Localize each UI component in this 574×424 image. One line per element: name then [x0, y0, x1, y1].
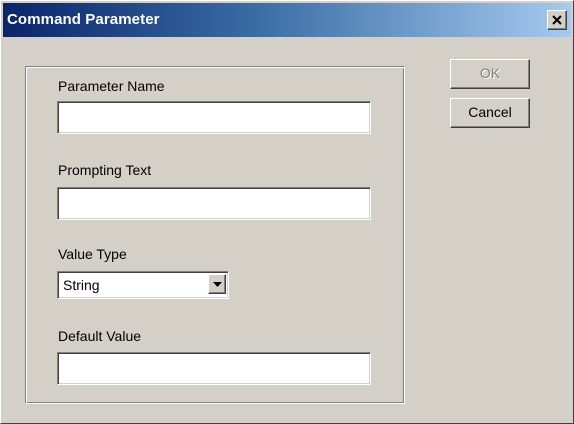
chevron-down-icon — [213, 282, 222, 287]
prompting-text-input[interactable] — [61, 191, 367, 216]
title-bar[interactable]: Command Parameter — [3, 3, 571, 37]
value-type-select[interactable]: String — [57, 271, 229, 299]
parameter-name-label: Parameter Name — [58, 78, 165, 94]
default-value-field[interactable] — [57, 352, 371, 385]
cancel-button[interactable]: Cancel — [450, 98, 530, 128]
window-title: Command Parameter — [7, 11, 160, 28]
default-value-label: Default Value — [58, 328, 142, 344]
close-button[interactable] — [547, 10, 567, 30]
close-icon — [552, 15, 562, 25]
default-value-input[interactable] — [61, 356, 367, 381]
ok-button[interactable]: OK — [450, 59, 530, 89]
value-type-selected: String — [63, 277, 100, 293]
command-parameter-dialog: Command Parameter Parameter Name Prompti… — [0, 0, 574, 424]
prompting-text-field[interactable] — [57, 187, 371, 220]
value-type-label: Value Type — [58, 246, 127, 262]
value-type-dropdown-button[interactable] — [208, 274, 226, 294]
prompting-text-label: Prompting Text — [58, 162, 152, 178]
parameter-name-field[interactable] — [57, 101, 371, 134]
parameter-name-input[interactable] — [61, 105, 367, 130]
